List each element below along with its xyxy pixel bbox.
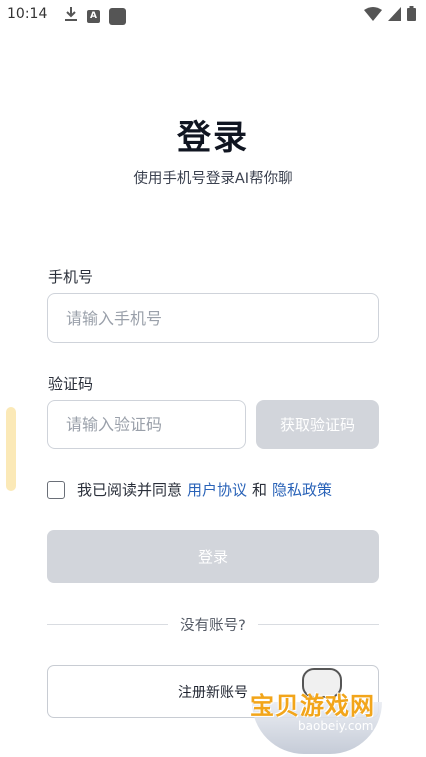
- agreement-prefix: 我已阅读并同意: [77, 481, 183, 499]
- agreement-checkbox[interactable]: [47, 480, 65, 499]
- get-code-button[interactable]: 获取验证码: [256, 400, 379, 449]
- phone-label: 手机号: [48, 268, 94, 286]
- page-subtitle: 使用手机号登录AI帮你聊: [133, 171, 293, 187]
- system-icons: [364, 6, 416, 25]
- page-title: 登录: [177, 118, 249, 158]
- watermark-url: baobeiy.com: [298, 719, 374, 733]
- divider-text: 没有账号?: [180, 617, 246, 634]
- phone-input[interactable]: [47, 293, 379, 343]
- watermark-logo: 宝贝游戏网 baobeiy.com: [242, 664, 392, 756]
- a-badge-icon: A: [87, 9, 100, 23]
- code-input[interactable]: [47, 400, 246, 449]
- divider-line-left: [47, 623, 169, 625]
- agreement-conjunction: 和: [252, 481, 268, 499]
- user-agreement-link[interactable]: 用户协议: [187, 479, 247, 500]
- edge-scroll-handle[interactable]: [6, 407, 16, 491]
- status-bar: 10:14 A: [0, 0, 426, 30]
- privacy-policy-link[interactable]: 隐私政策: [272, 479, 332, 500]
- download-icon: [64, 6, 78, 26]
- code-label: 验证码: [48, 375, 94, 393]
- signal-icon: [388, 6, 401, 25]
- status-time: 10:14: [7, 6, 48, 22]
- divider-line-right: [257, 623, 380, 625]
- notification-icons: A: [64, 6, 126, 26]
- login-button[interactable]: 登录: [47, 530, 379, 583]
- divider: 没有账号?: [47, 613, 380, 635]
- agreement-row: 我已阅读并同意 用户协议 和 隐私政策: [47, 479, 337, 500]
- battery-icon: [407, 6, 416, 25]
- app-notification-icon: [109, 7, 126, 25]
- wifi-icon: [364, 6, 382, 25]
- watermark-text: 宝贝游戏网: [250, 692, 375, 720]
